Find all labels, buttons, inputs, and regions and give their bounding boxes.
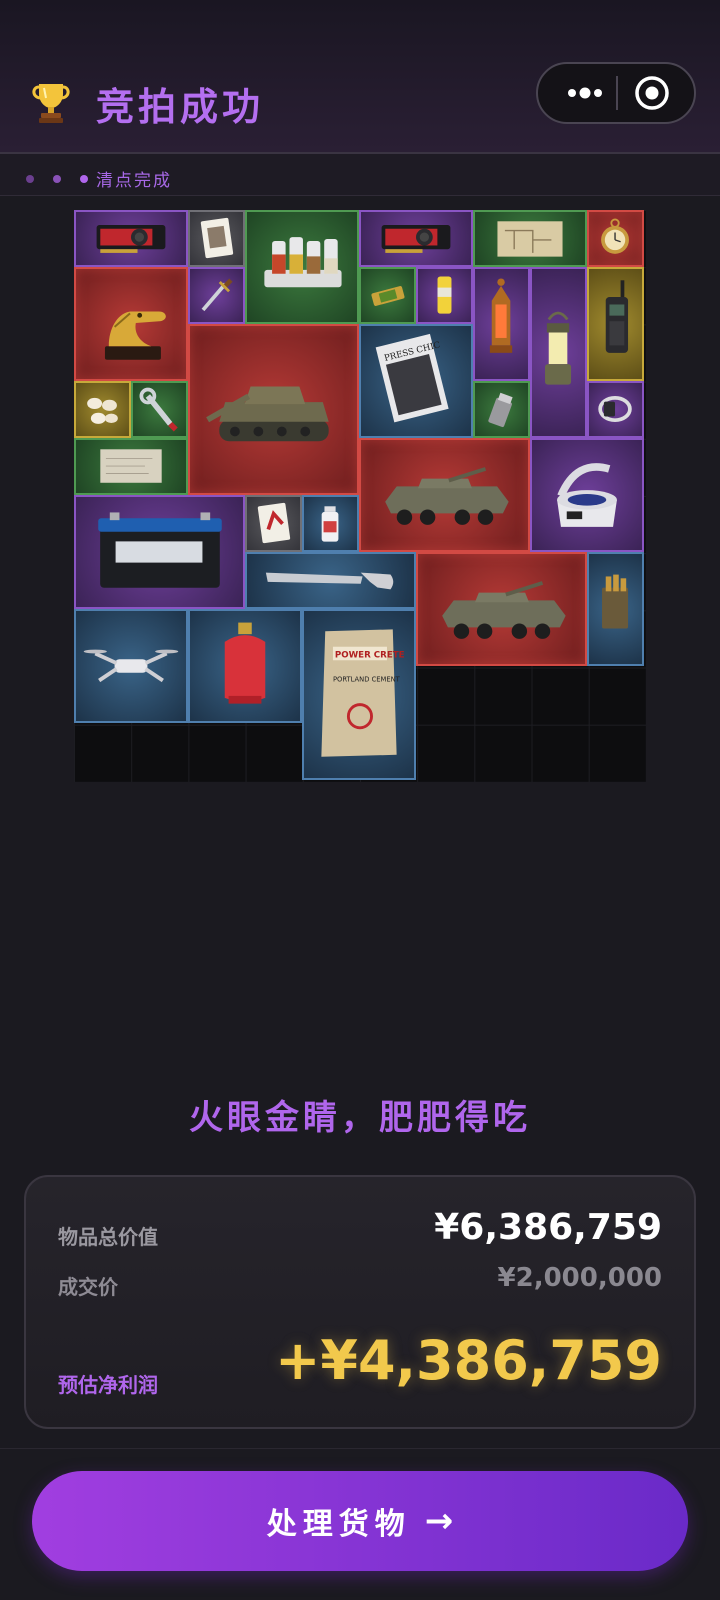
capsule-divider: [616, 76, 618, 110]
item-car-battery[interactable]: [74, 495, 245, 609]
progress-dots: [26, 168, 102, 187]
item-spice-rack[interactable]: [245, 210, 359, 324]
item-candy-bar[interactable]: [359, 267, 416, 324]
item-walkie-talkie[interactable]: [587, 267, 644, 381]
mini-program-capsule: [536, 62, 696, 124]
page-title: 竞拍成功: [96, 85, 265, 129]
item-centrifuge[interactable]: [530, 438, 644, 552]
item-magazine[interactable]: PRESS CHIC: [359, 324, 473, 438]
item-armored-vehicle[interactable]: [359, 438, 530, 552]
item-playing-card[interactable]: [245, 495, 302, 552]
item-old-paper[interactable]: [74, 438, 188, 495]
item-playing-card[interactable]: [188, 210, 245, 267]
item-wrench[interactable]: [131, 381, 188, 438]
progress-dot: [26, 175, 34, 183]
deal-price-label: 成交价: [58, 1275, 118, 1299]
item-graphics-card[interactable]: [359, 210, 473, 267]
item-camping-lantern[interactable]: [530, 267, 587, 438]
status-bar: 清点完成: [0, 152, 720, 196]
slogan: 火眼金睛，肥肥得吃: [189, 1098, 531, 1138]
item-ammo-box[interactable]: [587, 552, 644, 666]
item-hand-saw[interactable]: [245, 552, 416, 609]
item-armored-vehicle[interactable]: [416, 552, 587, 666]
footer-divider: [0, 1448, 720, 1449]
total-value: ¥6,386,759: [434, 1207, 662, 1248]
deal-price: ¥2,000,000: [497, 1263, 662, 1293]
item-pearls[interactable]: [74, 381, 131, 438]
item-graphics-card[interactable]: [74, 210, 188, 267]
item-map[interactable]: [473, 210, 587, 267]
item-drone[interactable]: [74, 609, 188, 723]
progress-dot: [53, 175, 62, 183]
inventory-grid: PRESS CHIC POWER CRETE PORTLAND CEMENT: [74, 210, 646, 782]
status-text: 清点完成: [96, 171, 172, 191]
item-lighter[interactable]: [473, 381, 530, 438]
header: 竞拍成功: [0, 0, 720, 152]
process-goods-button[interactable]: 处理货物 →: [32, 1471, 688, 1571]
item-gas-cylinder[interactable]: [188, 609, 302, 723]
target-icon[interactable]: [632, 64, 680, 122]
item-medicine-bottle[interactable]: [302, 495, 359, 552]
cement-label-type: PORTLAND CEMENT: [333, 675, 401, 683]
item-pocket-watch[interactable]: [587, 210, 644, 267]
item-lantern-ornate[interactable]: [473, 267, 530, 381]
item-smart-watch[interactable]: [587, 381, 644, 438]
cement-label-brand: POWER CRETE: [335, 650, 405, 660]
item-cement-bag[interactable]: POWER CRETE PORTLAND CEMENT: [302, 609, 416, 780]
arrow-right-icon: →: [424, 1501, 454, 1541]
progress-dot: [80, 175, 89, 183]
summary-panel: 物品总价值 ¥6,386,759 成交价 ¥2,000,000 预估净利润 +¥…: [24, 1175, 696, 1429]
profit-label: 预估净利润: [58, 1373, 158, 1397]
trophy-icon: [30, 80, 72, 124]
item-tank[interactable]: [188, 324, 359, 495]
item-energy-drink[interactable]: [416, 267, 473, 324]
total-value-label: 物品总价值: [58, 1225, 158, 1249]
item-crocodile-statue[interactable]: [74, 267, 188, 381]
item-dagger[interactable]: [188, 267, 245, 324]
profit-value: +¥4,386,759: [275, 1329, 662, 1392]
process-goods-label: 处理货物: [266, 1507, 411, 1542]
more-dots-icon[interactable]: [556, 64, 618, 122]
